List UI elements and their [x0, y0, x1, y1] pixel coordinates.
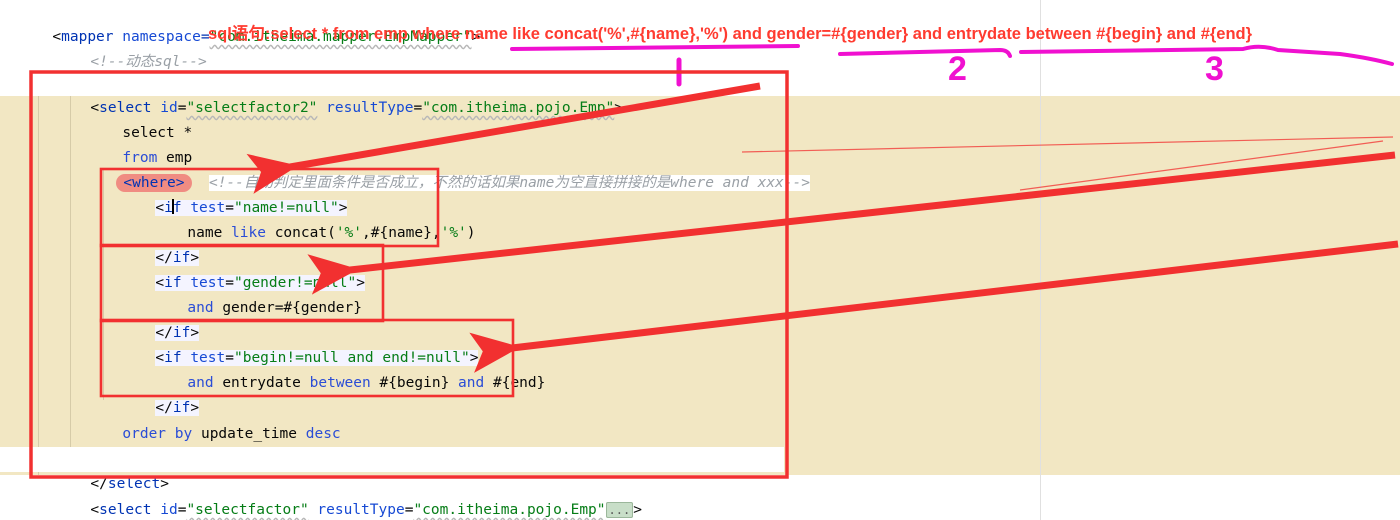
select-id-value[interactable]: "selectfactor2" — [186, 100, 317, 116]
select2-id-value[interactable]: "selectfactor" — [186, 502, 308, 518]
code-line-cond-gender[interactable]: and gender=#{gender} — [187, 300, 362, 316]
code-line-select2-open[interactable]: <select id="selectfactor" resultType="co… — [90, 502, 642, 518]
select2-resulttype-value[interactable]: "com.itheima.pojo.Emp" — [413, 502, 605, 518]
editor-right-margin-ruler — [1040, 0, 1041, 520]
select-resulttype-value[interactable]: "com.itheima.pojo.Emp" — [422, 100, 614, 116]
code-line-cond-name[interactable]: name like concat('%',#{name},'%') — [187, 225, 475, 241]
mapper-namespace-value[interactable]: "com.itheima.mapper.EmpMapper" — [210, 29, 472, 45]
screenshot-root: <mapper namespace="com.itheima.mapper.Em… — [0, 0, 1400, 520]
code-line-cond-date[interactable]: and entrydate between #{begin} and #{end… — [187, 375, 545, 391]
code-editor[interactable]: <mapper namespace="com.itheima.mapper.Em… — [0, 0, 1400, 520]
code-fold-marker[interactable]: ... — [605, 502, 634, 518]
